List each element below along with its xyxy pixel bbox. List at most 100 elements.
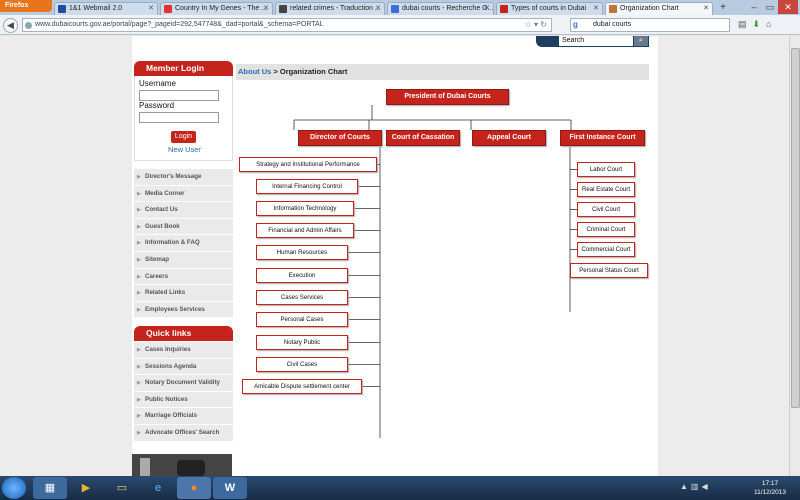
quick-links-menu: ▶ Cases Inquiries ▶ Sessions Agenda ▶ Notar… [134,342,233,442]
menu-item-related-links[interactable]: ▶ Related Links [134,285,233,302]
new-tab-button[interactable]: + [716,2,730,14]
password-field[interactable] [139,112,219,123]
browser-tab[interactable]: 1&1 Webmail 2.0 ✕ [54,2,158,15]
menu-item-label: Media Corner [145,189,185,197]
address-bar[interactable]: www.dubaicourts.gov.ae/portal/page?_page… [22,18,552,32]
tab-favicon-icon [609,5,617,13]
close-tab-icon[interactable]: ✕ [593,3,599,14]
org-node-director-of-courts: Director of Courts [298,130,382,146]
quick-links-title: Quick links [134,326,233,341]
close-window-icon[interactable]: ✕ [778,0,798,14]
bullet-icon: ▶ [137,380,141,387]
menu-item-directors-message[interactable]: ▶ Director's Message [134,169,233,186]
browser-tab-active[interactable]: Organization Chart ✕ [605,2,713,15]
maximize-icon[interactable]: ▭ [762,0,778,14]
word-icon[interactable]: W [213,477,247,499]
dropdown-icon[interactable]: ▾ [534,20,538,29]
bullet-icon: ▶ [137,273,141,280]
navigation-bar: ◀ www.dubaicourts.gov.ae/portal/page?_pa… [0,15,800,35]
clock[interactable]: 17:17 11/12/2013 [748,479,792,497]
bullet-icon: ▶ [137,240,141,247]
quick-link-cases-inquiries[interactable]: ▶ Cases Inquiries [134,342,233,359]
menu-item-media-corner[interactable]: ▶ Media Corner [134,186,233,203]
menu-item-label: Public Notices [145,395,188,403]
bookmarks-icon[interactable]: ▤ [738,19,753,29]
sidebar-banner-image[interactable] [132,454,232,476]
bullet-icon: ▶ [137,190,141,197]
site-identity-icon[interactable] [25,22,32,29]
bullet-icon: ▶ [137,174,141,180]
tab-title: 1&1 Webmail 2.0 [69,5,123,12]
quick-link-marriage-officials[interactable]: ▶ Marriage Officials [134,408,233,425]
org-unit-civil-cases: Civil Cases [256,357,348,372]
tab-bar: Firefox 1&1 Webmail 2.0 ✕ Country In My G… [0,0,800,15]
username-field[interactable] [139,90,219,101]
banner-graphic [177,460,205,476]
menu-item-careers[interactable]: ▶ Careers [134,269,233,286]
volume-icon[interactable]: ◀ [701,482,710,491]
tray-arrow-icon[interactable]: ▲ [680,482,691,491]
quick-link-notary-document-validity[interactable]: ▶ Notary Document Validity [134,375,233,392]
home-icon[interactable]: ⌂ [766,19,777,29]
browser-tab[interactable]: Country In My Genes - The ... ✕ [160,2,273,15]
close-tab-icon[interactable]: ✕ [375,3,381,14]
org-unit-execution: Execution [256,268,348,283]
org-unit-commercial-court: Commercial Court [577,242,635,257]
site-search-input[interactable]: Search [559,36,633,46]
member-login-box: Username Password Login New User [134,76,233,161]
menu-item-information-faq[interactable]: ▶ Information & FAQ [134,235,233,252]
tab-favicon-icon [164,5,172,13]
magnifier-icon: ⌕ [639,37,643,44]
breadcrumb-current: Organization Chart [279,67,348,76]
back-button[interactable]: ◀ [3,18,18,33]
browser-tab[interactable]: Types of courts in Dubai ✕ [496,2,603,15]
vertical-scrollbar[interactable] [789,36,800,476]
menu-item-sitemap[interactable]: ▶ Sitemap [134,252,233,269]
menu-item-label: Notary Document Validity [145,379,220,387]
breadcrumb: About Us > Organization Chart [236,64,649,80]
menu-item-label: Marriage Officials [145,412,197,420]
bullet-icon: ▶ [137,396,141,403]
browser-tab[interactable]: dubai courts - Recherche G... ✕ [387,2,494,15]
login-button[interactable]: Login [171,131,196,143]
media-player-icon[interactable]: ▶ [69,477,103,499]
firefox-taskbar-icon[interactable]: ● [177,477,211,499]
toolbar-icons: ▤⬇⌂ [738,19,778,30]
menu-item-label: Contact Us [145,206,178,214]
google-icon[interactable]: g [573,20,583,30]
start-button[interactable] [2,477,26,499]
quick-link-advocate-offices-search[interactable]: ▶ Advocate Offices' Search [134,425,233,442]
close-tab-icon[interactable]: ✕ [703,3,709,14]
menu-item-label: Sitemap [145,255,170,263]
download-icon[interactable]: ⬇ [753,19,767,29]
site-search-button[interactable]: ⌕ [634,36,648,46]
internet-explorer-icon[interactable]: e [141,477,175,499]
quick-link-public-notices[interactable]: ▶ Public Notices [134,392,233,409]
firefox-menu-button[interactable]: Firefox [0,0,52,12]
breadcrumb-about-us-link[interactable]: About Us [238,67,271,76]
minimize-icon[interactable]: – [746,0,762,14]
search-bar[interactable]: g dubai courts [570,18,730,32]
scrollbar-thumb[interactable] [791,48,800,408]
org-unit-civil-court: Civil Court [577,202,635,217]
tab-favicon-icon [391,5,399,13]
explorer-icon[interactable]: ▦ [33,477,67,499]
close-tab-icon[interactable]: ✕ [263,3,269,14]
folder-icon[interactable]: ▭ [105,477,139,499]
close-tab-icon[interactable]: ✕ [148,3,154,14]
browser-tab[interactable]: related crimes - Traduction ... ✕ [275,2,385,15]
menu-item-employees-services[interactable]: ▶ Employees Services [134,302,233,319]
network-icon[interactable]: ▥ [691,482,702,491]
org-unit-strategy-institutional-performance: Strategy and Institutional Performance [239,157,377,172]
reload-icon[interactable]: ↻ [540,20,547,29]
close-tab-icon[interactable]: ✕ [484,3,490,14]
menu-item-label: Related Links [145,289,186,297]
bookmark-star-icon[interactable]: ☆ [525,20,532,29]
menu-item-contact-us[interactable]: ▶ Contact Us [134,202,233,219]
menu-item-guest-book[interactable]: ▶ Guest Book [134,219,233,236]
new-user-link[interactable]: New User [168,145,201,154]
page-content: Search ⌕ Member Login Username Password … [132,36,658,476]
quick-link-sessions-agenda[interactable]: ▶ Sessions Agenda [134,359,233,376]
menu-item-label: Director's Message [145,173,202,180]
breadcrumb-separator: > [271,67,280,76]
